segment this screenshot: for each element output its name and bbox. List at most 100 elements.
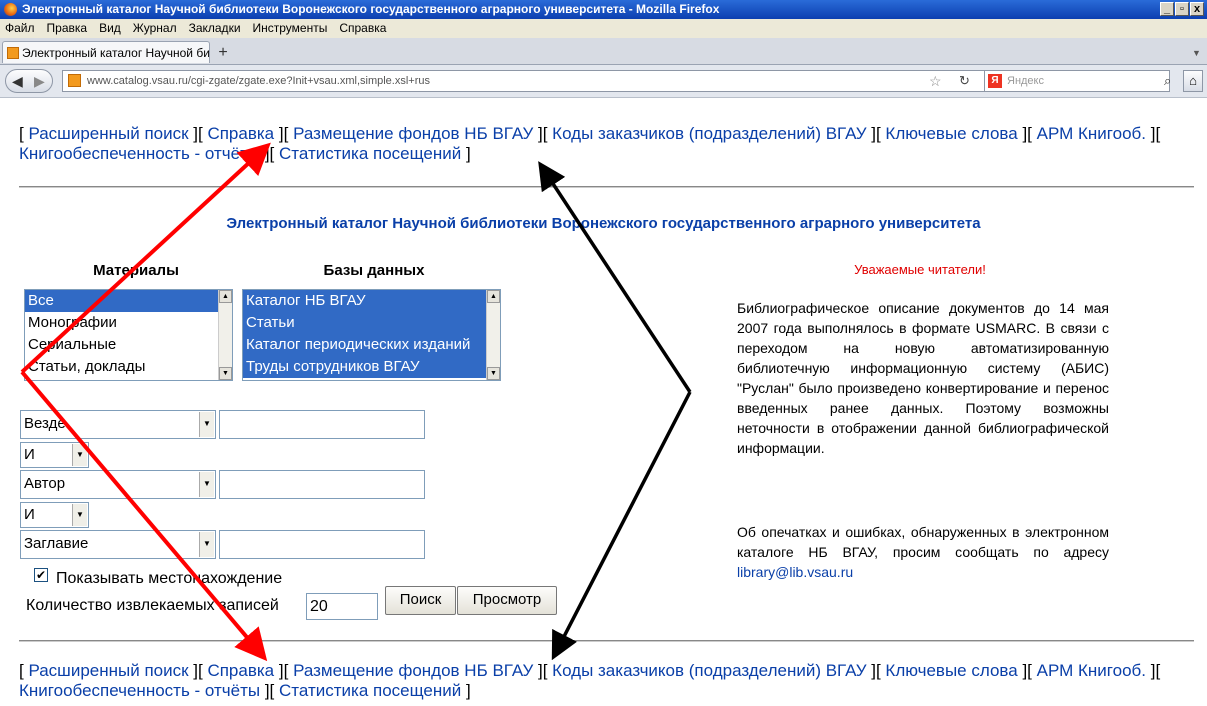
show-location-checkbox[interactable]: ✔: [34, 568, 48, 582]
operator-value: И: [24, 506, 35, 523]
chevron-down-icon: ▼: [72, 504, 87, 526]
records-count-input[interactable]: 20: [306, 593, 378, 620]
notice-title: Уважаемые читатели!: [854, 262, 986, 277]
scrollbar[interactable]: ▲ ▼: [486, 290, 500, 380]
list-item[interactable]: Труды сотрудников ВГАУ: [243, 356, 500, 378]
operator-select-1[interactable]: И ▼: [20, 442, 89, 468]
link-advanced-search[interactable]: Расширенный поиск: [28, 124, 188, 143]
menu-history[interactable]: Журнал: [133, 19, 177, 38]
home-button[interactable]: ⌂: [1183, 70, 1203, 92]
top-nav-links: [ Расширенный поиск ][ Справка ][ Размещ…: [19, 124, 1161, 163]
chevron-down-icon: ▼: [199, 412, 214, 437]
link-fund-placement[interactable]: Размещение фондов НБ ВГАУ: [293, 124, 533, 143]
chevron-down-icon: ▼: [72, 444, 87, 466]
page-title: Электронный каталог Научной библиотеки В…: [226, 215, 981, 232]
window-title-bar: Электронный каталог Научной библиотеки В…: [0, 0, 1207, 19]
home-icon: ⌂: [1189, 73, 1197, 88]
show-location-label: Показывать местонахождение: [56, 570, 283, 587]
link-visit-stats[interactable]: Статистика посещений: [279, 681, 461, 700]
tab-list-chevron-icon[interactable]: ▼: [1192, 48, 1201, 58]
search-magnifier-icon[interactable]: ⌕: [1164, 73, 1171, 89]
menu-help[interactable]: Справка: [339, 19, 386, 38]
databases-header: Базы данных: [323, 262, 425, 279]
list-item[interactable]: Статьи: [243, 312, 500, 334]
search-term-input-2[interactable]: [219, 470, 425, 499]
yandex-engine-icon[interactable]: Я: [988, 74, 1002, 88]
menu-bar: Файл Правка Вид Журнал Закладки Инструменты Сп…: [0, 19, 1207, 38]
link-customer-codes[interactable]: Коды заказчиков (подразделений) ВГАУ: [552, 661, 866, 680]
link-arm[interactable]: АРМ Книгооб.: [1037, 124, 1146, 143]
field-select-1[interactable]: Везде ▼: [20, 410, 216, 439]
field-select-value: Заглавие: [24, 535, 89, 552]
list-item[interactable]: Все: [25, 290, 232, 312]
link-help[interactable]: Справка: [207, 124, 274, 143]
url-input[interactable]: www.catalog.vsau.ru/cgi-zgate/zgate.exe?…: [62, 70, 1044, 92]
scroll-up-icon[interactable]: ▲: [219, 290, 232, 303]
search-button[interactable]: Поиск: [385, 586, 456, 615]
window-title: Электронный каталог Научной библиотеки В…: [22, 2, 720, 16]
tab-catalog[interactable]: Электронный каталог Научной библиоте...: [2, 41, 210, 63]
notice-text: Об опечатках и ошибках, обнаруженных в э…: [737, 524, 1109, 560]
forward-arrow-icon[interactable]: ▶: [34, 70, 45, 92]
field-select-2[interactable]: Автор ▼: [20, 470, 216, 499]
chevron-down-icon: ▼: [199, 532, 214, 557]
link-book-supply[interactable]: Книгообеспеченность - отчёты: [19, 681, 260, 700]
maximize-button[interactable]: ▫: [1175, 2, 1189, 16]
search-term-input-3[interactable]: [219, 530, 425, 559]
operator-value: И: [24, 446, 35, 463]
back-forward-group: ◀ ▶: [5, 69, 53, 93]
link-fund-placement[interactable]: Размещение фондов НБ ВГАУ: [293, 661, 533, 680]
link-keywords[interactable]: Ключевые слова: [885, 661, 1017, 680]
browse-button[interactable]: Просмотр: [457, 586, 557, 615]
reload-icon[interactable]: ↻: [959, 71, 970, 91]
firefox-logo-icon: [4, 3, 17, 16]
close-button[interactable]: x: [1190, 2, 1204, 16]
records-count-label: Количество извлекаемых записей: [26, 597, 279, 614]
list-item[interactable]: Каталог НБ ВГАУ: [243, 290, 500, 312]
link-book-supply[interactable]: Книгообеспеченность - отчёты: [19, 144, 260, 163]
scroll-down-icon[interactable]: ▼: [487, 367, 500, 380]
menu-bookmarks[interactable]: Закладки: [189, 19, 241, 38]
divider-top: [19, 186, 1194, 188]
list-item[interactable]: Сериальные: [25, 334, 232, 356]
notice-paragraph-2: Об опечатках и ошибках, обнаруженных в э…: [737, 522, 1109, 582]
link-customer-codes[interactable]: Коды заказчиков (подразделений) ВГАУ: [552, 124, 866, 143]
black-arrow-down: [551, 391, 692, 661]
site-identity-icon: [68, 74, 81, 87]
chevron-down-icon: ▼: [199, 472, 214, 497]
bottom-nav-links: [ Расширенный поиск ][ Справка ][ Размещ…: [19, 661, 1161, 700]
minimize-button[interactable]: _: [1160, 2, 1174, 16]
menu-tools[interactable]: Инструменты: [253, 19, 328, 38]
link-arm[interactable]: АРМ Книгооб.: [1037, 661, 1146, 680]
page-favicon-icon: [7, 47, 19, 59]
list-item[interactable]: Статьи, доклады: [25, 356, 232, 378]
list-item[interactable]: Монографии: [25, 312, 232, 334]
link-keywords[interactable]: Ключевые слова: [885, 124, 1017, 143]
field-select-value: Автор: [24, 475, 66, 492]
new-tab-button[interactable]: +: [214, 44, 232, 62]
link-visit-stats[interactable]: Статистика посещений: [279, 144, 461, 163]
email-link[interactable]: library@lib.vsau.ru: [737, 564, 853, 580]
menu-view[interactable]: Вид: [99, 19, 121, 38]
scroll-down-icon[interactable]: ▼: [219, 367, 232, 380]
link-advanced-search[interactable]: Расширенный поиск: [28, 661, 188, 680]
search-input[interactable]: Я Яндекс: [984, 70, 1170, 92]
notice-paragraph-1: Библиографическое описание документов до…: [737, 300, 1109, 456]
scrollbar[interactable]: ▲ ▼: [218, 290, 232, 380]
search-term-input-1[interactable]: [219, 410, 425, 439]
bookmark-star-icon[interactable]: ☆: [929, 71, 942, 91]
divider-bottom: [19, 640, 1194, 642]
search-placeholder: Яндекс: [1007, 75, 1044, 87]
operator-select-2[interactable]: И ▼: [20, 502, 89, 528]
databases-listbox[interactable]: Каталог НБ ВГАУ Статьи Каталог периодиче…: [242, 289, 501, 381]
field-select-value: Везде: [24, 415, 66, 432]
field-select-3[interactable]: Заглавие ▼: [20, 530, 216, 559]
back-arrow-icon[interactable]: ◀: [12, 70, 23, 92]
menu-edit[interactable]: Правка: [47, 19, 88, 38]
menu-file[interactable]: Файл: [5, 19, 35, 38]
list-item[interactable]: Каталог периодических изданий: [243, 334, 500, 356]
tab-bar: Электронный каталог Научной библиоте... …: [0, 38, 1207, 65]
link-help[interactable]: Справка: [207, 661, 274, 680]
materials-listbox[interactable]: Все Монографии Сериальные Статьи, доклад…: [24, 289, 233, 381]
scroll-up-icon[interactable]: ▲: [487, 290, 500, 303]
